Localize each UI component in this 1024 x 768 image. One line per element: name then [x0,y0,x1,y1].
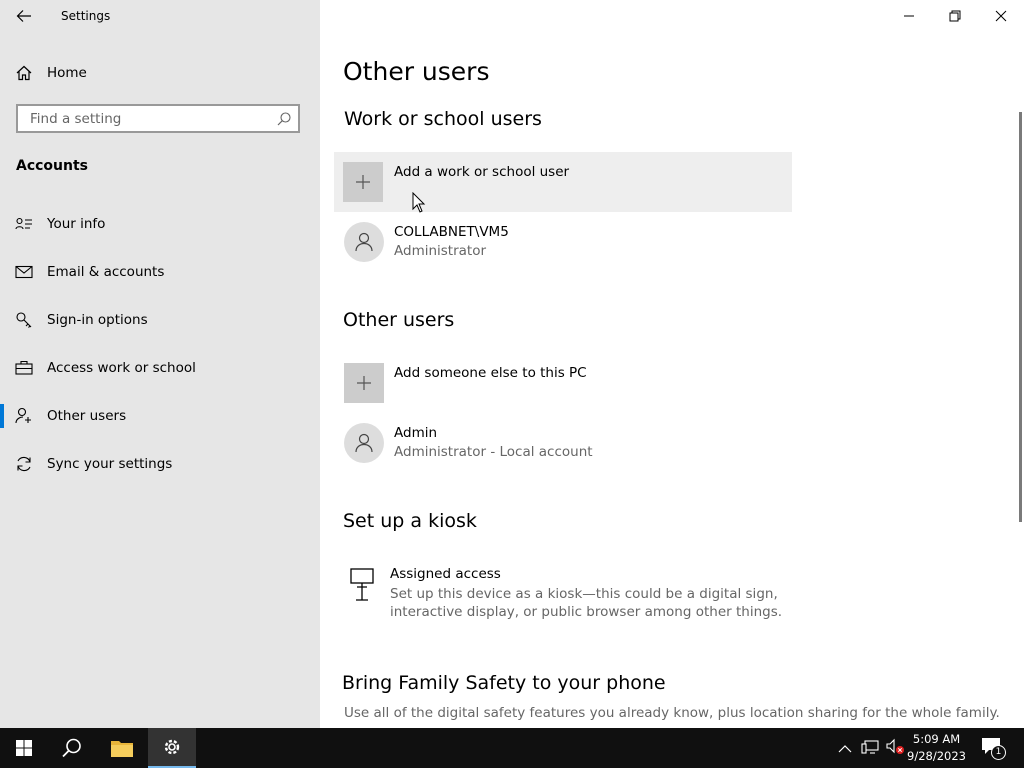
mail-icon [14,262,34,282]
close-icon [995,10,1007,22]
sidebar-item-your-info[interactable]: Your info [0,204,320,244]
home-icon [14,63,34,83]
work-user-role: Administrator [394,243,487,259]
close-button[interactable] [978,0,1024,32]
assigned-access-desc-line2: interactive display, or public browser a… [390,604,783,620]
mouse-cursor-icon [412,192,426,213]
file-explorer-button[interactable] [98,728,146,768]
add-work-user-label: Add a work or school user [394,164,570,180]
work-section-title: Work or school users [344,108,542,130]
other-user-name: Admin [394,425,438,441]
search-icon[interactable] [276,111,292,127]
sidebar-item-label: Your info [47,216,106,232]
briefcase-icon [14,358,34,378]
notification-count-badge: 1 [991,745,1006,760]
page-title: Other users [343,57,490,86]
minimize-button[interactable] [886,0,932,32]
gear-icon [164,739,180,755]
sidebar-item-email-accounts[interactable]: Email & accounts [0,252,320,292]
restore-button[interactable] [932,0,978,32]
kiosk-section-title: Set up a kiosk [343,510,477,532]
sidebar-item-label: Email & accounts [47,264,165,280]
user-avatar-icon [344,222,384,262]
sidebar-item-sync-settings[interactable]: Sync your settings [0,444,320,484]
person-add-icon [14,406,34,426]
search-icon [62,738,81,758]
search-input[interactable] [28,110,272,128]
sync-icon [14,454,34,474]
navigation-pane: Settings Home Accounts Your info Email &… [0,0,320,728]
family-safety-title: Bring Family Safety to your phone [342,672,666,694]
nav-home-label: Home [47,65,87,81]
folder-icon [111,741,133,757]
settings-taskbar-button[interactable] [148,728,196,768]
minimize-icon [904,15,914,17]
restore-icon [949,10,961,22]
scrollbar[interactable] [1019,112,1022,522]
plus-icon [343,162,383,202]
clock-date: 9/28/2023 [907,749,966,763]
contact-card-icon [14,214,34,234]
assigned-access-desc-line1: Set up this device as a kiosk—this could… [390,586,778,602]
sidebar-item-label: Sign-in options [47,312,148,328]
add-work-user-button[interactable]: Add a work or school user [334,152,792,212]
section-title: Accounts [16,158,89,174]
other-user-item[interactable]: Admin Administrator - Local account [343,422,793,466]
clock-time: 5:09 AM [912,732,961,746]
assigned-access-item[interactable]: Assigned access Set up this device as a … [343,564,793,626]
sidebar-item-label: Sync your settings [47,456,173,472]
system-clock[interactable]: 5:09 AM 9/28/2023 [907,731,966,765]
network-icon[interactable] [861,739,881,757]
sidebar-item-label: Other users [47,408,127,424]
start-button[interactable] [0,728,48,768]
taskbar: 5:09 AM 9/28/2023 1 [0,728,1024,768]
app-title: Settings [61,9,111,23]
windows-logo-icon [16,740,32,756]
chevron-up-icon[interactable] [838,739,854,757]
back-button[interactable] [8,4,40,28]
back-arrow-icon [16,10,31,22]
sidebar-item-label: Access work or school [47,360,196,376]
sidebar-item-access-work[interactable]: Access work or school [0,348,320,388]
other-user-role: Administrator - Local account [394,444,593,460]
nav-home[interactable]: Home [0,53,320,93]
family-safety-desc: Use all of the digital safety features y… [344,705,1000,721]
sidebar-item-sign-in-options[interactable]: Sign-in options [0,300,320,340]
volume-muted-icon[interactable] [885,738,907,758]
key-icon [14,310,34,330]
kiosk-icon [347,567,377,603]
add-someone-else-button[interactable]: Add someone else to this PC [343,362,793,406]
work-user-item[interactable]: COLLABNET\VM5 Administrator [343,221,793,265]
add-someone-else-label: Add someone else to this PC [394,365,587,381]
search-box[interactable] [16,104,300,133]
plus-icon [344,363,384,403]
assigned-access-title: Assigned access [390,566,501,582]
action-center-button[interactable]: 1 [980,736,1006,762]
user-avatar-icon [344,423,384,463]
work-user-name: COLLABNET\VM5 [394,224,509,240]
sidebar-item-other-users[interactable]: Other users [0,396,320,436]
search-taskbar-button[interactable] [48,728,96,768]
other-users-section-title: Other users [343,309,455,331]
